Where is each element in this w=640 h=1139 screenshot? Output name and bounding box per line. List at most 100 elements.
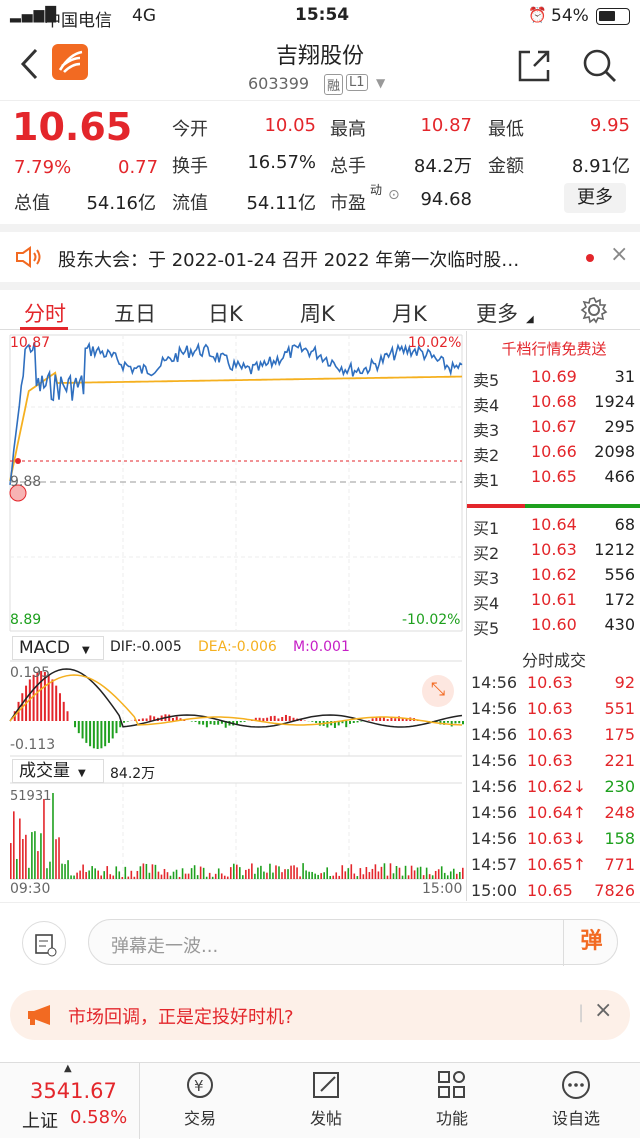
tab-weekly-k[interactable]: 周K — [300, 298, 335, 328]
turnover-label: 换手 — [172, 152, 208, 178]
volume-bar — [82, 865, 84, 879]
index-widget[interactable]: ▲ 3541.67 上证 0.58% — [0, 1063, 140, 1139]
back-icon[interactable] — [18, 46, 42, 82]
level2-banner[interactable]: 千档行情免费送 — [467, 335, 640, 363]
volume-bar — [134, 877, 136, 879]
macd-bar — [59, 693, 61, 721]
nav-functions[interactable]: 功能 — [402, 1069, 502, 1129]
volume-bar — [393, 873, 395, 879]
edit-icon — [309, 1069, 343, 1101]
search-icon[interactable] — [582, 48, 618, 84]
nav-trade[interactable]: ¥ 交易 — [150, 1069, 250, 1129]
notice-bar[interactable]: 股东大会：于 2022-01-24 召开 2022 年第一次临时股… × — [0, 224, 640, 282]
intraday-chart[interactable] — [0, 331, 466, 901]
volume-bar — [462, 868, 464, 879]
volume-bar — [272, 873, 274, 879]
float-label: 流值 — [172, 189, 208, 215]
volume-bar — [344, 871, 346, 879]
tab-monthly-k[interactable]: 月K — [392, 298, 427, 328]
tab-more[interactable]: 更多 — [476, 298, 518, 328]
nav-post[interactable]: 发帖 — [276, 1069, 376, 1129]
mktcap-value: 54.16亿 — [64, 189, 156, 215]
macd-bar — [270, 716, 272, 721]
open-value: 10.05 — [220, 115, 316, 136]
tab-intraday[interactable]: 分时 — [24, 298, 66, 328]
volume-bar — [420, 867, 422, 879]
nav-watchlist[interactable]: 设自选 — [526, 1069, 626, 1129]
volume-bar — [176, 870, 178, 879]
macd-selector[interactable]: MACD▼ — [12, 636, 104, 660]
volume-bar — [112, 876, 114, 879]
volume-bar — [239, 867, 241, 879]
volume-bar — [411, 866, 413, 879]
chart-area: 10.87 10.02% 9.88 8.89 -10.02% MACD▼ DIF… — [0, 331, 640, 901]
volume-bar — [369, 872, 371, 879]
chevron-down-icon[interactable]: ▼ — [376, 76, 385, 90]
more-button[interactable]: 更多 — [564, 183, 626, 213]
volume-bar — [351, 864, 353, 879]
volume-bar — [203, 868, 205, 879]
danmu-placeholder: 弹幕走一波... — [111, 932, 218, 958]
trade-price: 10.63↓ — [527, 829, 586, 848]
macd-bar — [315, 721, 317, 723]
turnover-value: 16.57% — [220, 152, 316, 173]
macd-bar — [123, 721, 125, 723]
low-value: 9.95 — [530, 115, 630, 136]
macd-bar — [108, 721, 110, 743]
status-bar: ▂▄▆█ 中国电信 4G 15:54 ⏰ 54% — [0, 0, 640, 34]
trade-volume: 221 — [585, 751, 635, 770]
index-pct: 0.58% — [70, 1107, 127, 1128]
macd-bar — [195, 721, 197, 722]
danmu-send-button[interactable]: 弹 — [563, 920, 619, 966]
trade-volume: 175 — [585, 725, 635, 744]
volume-bar — [444, 873, 446, 879]
expand-icon[interactable]: ⤡ — [422, 675, 454, 707]
pe-value: 94.68 — [380, 189, 472, 210]
volume-bar — [360, 868, 362, 879]
macd-bar — [387, 719, 389, 721]
volume-bar — [155, 865, 157, 879]
close-icon[interactable]: × — [594, 998, 612, 1023]
volume-bar — [34, 831, 36, 879]
trade-volume: 551 — [585, 699, 635, 718]
carrier: 中国电信 — [44, 6, 112, 31]
ask-price: 10.68 — [531, 392, 577, 411]
m-value: M:0.001 — [293, 639, 350, 655]
volume-bar — [161, 875, 163, 879]
volume-bar — [146, 864, 148, 879]
volume-bar — [31, 832, 33, 879]
danmu-list-icon[interactable] — [22, 921, 66, 965]
bid-label: 买1 — [473, 515, 499, 539]
high-label: 最高 — [330, 115, 366, 141]
tab-daily-k[interactable]: 日K — [208, 298, 243, 328]
pe-label: 市盈 — [330, 189, 366, 215]
trade-volume: 230 — [585, 777, 635, 796]
volume-bar — [453, 869, 455, 879]
close-icon[interactable]: × — [610, 242, 628, 267]
volume-bar — [67, 860, 69, 879]
tab-5day[interactable]: 五日 — [114, 298, 156, 328]
mktcap-label: 总值 — [14, 189, 50, 215]
volume-bar — [206, 877, 208, 879]
volume-bar — [22, 839, 24, 879]
trade-time: 14:56 — [471, 777, 517, 796]
volume-bar — [459, 872, 461, 879]
volume-bar — [140, 866, 142, 879]
danmu-input[interactable]: 弹幕走一波... 弹 — [88, 919, 618, 965]
volume-selector[interactable]: 成交量▼ — [12, 759, 104, 783]
volume-bar — [10, 843, 12, 879]
ask-volume: 295 — [577, 417, 635, 436]
volume-bar — [170, 876, 172, 879]
volume-bar — [164, 869, 166, 879]
trade-volume: 92 — [585, 673, 635, 692]
promo-banner[interactable]: 市场回调，正是定投好时机? | × — [10, 990, 630, 1040]
network: 4G — [132, 6, 156, 26]
share-icon[interactable] — [516, 48, 552, 84]
volume-bar — [257, 868, 259, 879]
volume-bar — [390, 863, 392, 879]
amount-value: 8.91亿 — [530, 152, 630, 178]
volume-bar — [287, 869, 289, 879]
macd-bar — [206, 721, 208, 727]
float-value: 54.11亿 — [220, 189, 316, 215]
settings-gear-icon[interactable] — [580, 296, 608, 324]
